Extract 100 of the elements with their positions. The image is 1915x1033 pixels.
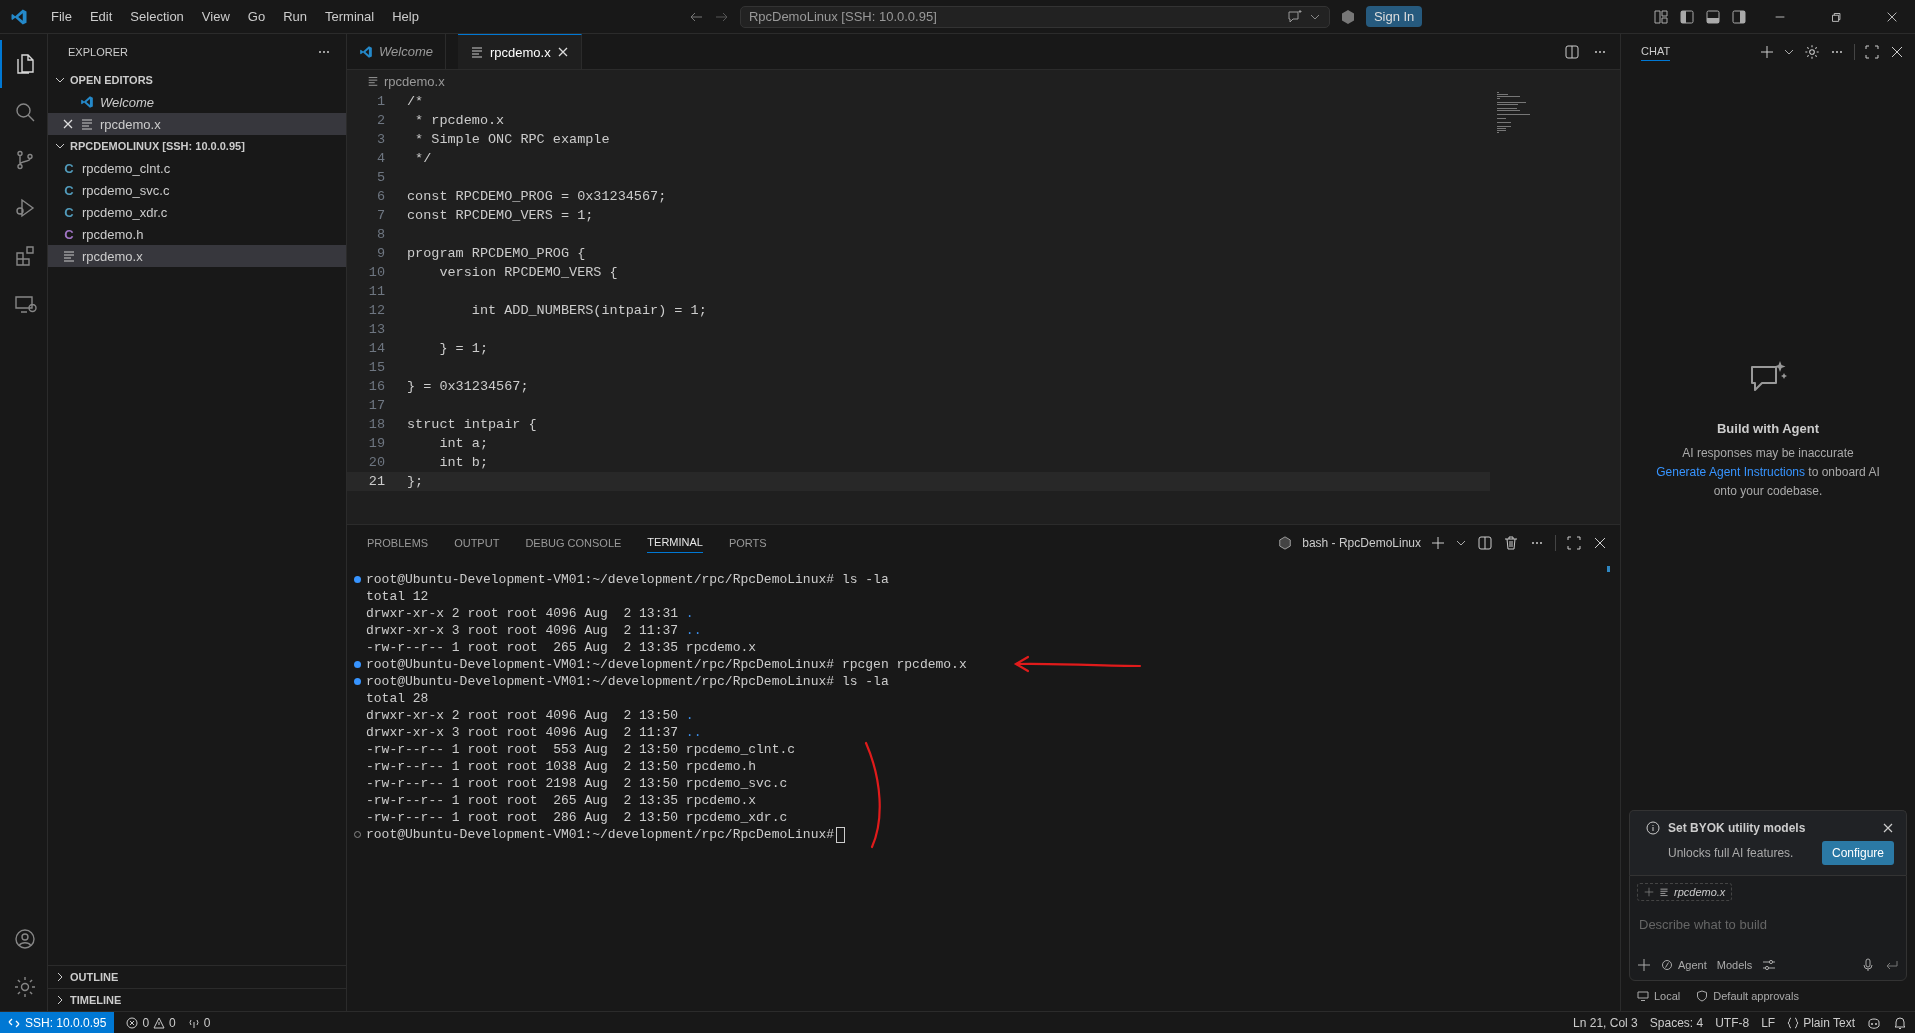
terminal-file-name: rpcdemo_svc.c bbox=[685, 776, 788, 791]
open-editor-item[interactable]: rpcdemo.x bbox=[48, 113, 346, 135]
terminal-name[interactable]: bash - RpcDemoLinux bbox=[1302, 535, 1421, 550]
notification-title: Set BYOK utility models bbox=[1668, 821, 1806, 835]
explorer-tree-row[interactable]: rpcdemo.x bbox=[48, 245, 346, 267]
panel-tab[interactable]: OUTPUT bbox=[454, 532, 500, 553]
terminal-prompt-line: root@Ubuntu-Development-VM01:~/development/rpc/RpcDemoLinux# ls -la bbox=[366, 572, 889, 587]
sign-in-button[interactable]: Sign In bbox=[1365, 6, 1423, 27]
command-center[interactable]: RpcDemoLinux [SSH: 10.0.0.95] bbox=[739, 5, 1330, 28]
terminal-file-name: rpcdemo.h bbox=[685, 759, 757, 774]
section-header[interactable]: OPEN EDITORS bbox=[48, 69, 346, 91]
indentation-setting[interactable]: Spaces: 4 bbox=[1649, 1015, 1704, 1030]
encoding-setting[interactable]: UTF-8 bbox=[1715, 1015, 1750, 1030]
code-line: const RPCDEMO_PROG = 0x31234567; bbox=[407, 188, 667, 206]
panel-tab[interactable]: PORTS bbox=[728, 532, 767, 553]
terminal-output-line: total 12 bbox=[366, 589, 429, 604]
line-number: 13 bbox=[367, 321, 386, 339]
chat-input-box[interactable]: rpcdemo.x Describe what to build Agent Models bbox=[1629, 875, 1907, 981]
line-number: 21 bbox=[367, 473, 386, 491]
section-header[interactable]: TIMELINE bbox=[48, 988, 346, 1011]
code-line: } = 0x31234567; bbox=[407, 378, 529, 396]
code-line: }; bbox=[407, 473, 424, 491]
remote-indicator[interactable]: SSH: 10.0.0.95 bbox=[0, 1012, 115, 1033]
terminal-output-line: drwxr-xr-x 2 root root 4096 Aug 2 13:31 bbox=[366, 606, 679, 621]
line-number: 5 bbox=[375, 169, 386, 187]
line-number: 11 bbox=[367, 283, 386, 301]
terminal-output-line: -rw-r--r-- 1 root root 2198 Aug 2 13:50 bbox=[366, 776, 679, 791]
cursor-position[interactable]: Ln 21, Col 3 bbox=[1573, 1015, 1638, 1030]
code-line: version RPCDEMO_VERS { bbox=[438, 264, 618, 282]
panel-tab[interactable]: PROBLEMS bbox=[367, 532, 429, 553]
explorer-tree-row[interactable]: C rpcdemo_clnt.c bbox=[48, 157, 346, 179]
approvals-picker[interactable]: Default approvals bbox=[1696, 990, 1799, 1002]
code-line: const RPCDEMO_VERS = 1; bbox=[407, 207, 594, 225]
agent-mode-picker[interactable]: Agent bbox=[1661, 959, 1707, 971]
terminal-file-name: rpcdemo.x bbox=[685, 793, 757, 808]
terminal-output-line: -rw-r--r-- 1 root root 286 Aug 2 13:50 bbox=[366, 810, 679, 825]
generate-instructions-link[interactable]: Generate Agent Instructions bbox=[1656, 465, 1805, 479]
code-line: program RPCDEMO_PROG { bbox=[407, 245, 586, 263]
terminal-output-line: -rw-r--r-- 1 root root 1038 Aug 2 13:50 bbox=[366, 759, 679, 774]
breadcrumb[interactable]: rpcdemo.x bbox=[347, 70, 1620, 92]
terminal-output-line: drwxr-xr-x 3 root root 4096 Aug 2 11:37 bbox=[366, 725, 679, 740]
line-number: 2 bbox=[375, 112, 386, 130]
menu-item[interactable]: Selection bbox=[121, 9, 193, 24]
code-line: * Simple ONC RPC example bbox=[414, 131, 610, 149]
open-editor-item[interactable]: Welcome bbox=[48, 91, 346, 113]
sidebar-title: EXPLORER bbox=[68, 45, 128, 58]
menu-item[interactable]: File bbox=[42, 9, 81, 24]
c-language-icon: C bbox=[62, 204, 76, 220]
problems-indicator[interactable]: 0 0 bbox=[126, 1015, 176, 1030]
line-number: 17 bbox=[367, 397, 386, 415]
explorer-tree-row[interactable]: C rpcdemo_svc.c bbox=[48, 179, 346, 201]
menu-item[interactable]: Run bbox=[274, 9, 316, 24]
panel-tab[interactable]: DEBUG CONSOLE bbox=[525, 532, 622, 553]
line-number: 18 bbox=[367, 416, 386, 434]
terminal-output-line: drwxr-xr-x 3 root root 4096 Aug 2 11:37 bbox=[366, 623, 679, 638]
models-picker[interactable]: Models bbox=[1716, 959, 1753, 971]
section-header[interactable]: OUTLINE bbox=[48, 965, 346, 988]
configure-button[interactable]: Configure bbox=[1821, 841, 1894, 865]
terminal-file-name: . bbox=[685, 708, 694, 723]
line-number: 1 bbox=[375, 93, 386, 111]
editor-tab[interactable]: rpcdemo.x bbox=[457, 34, 582, 69]
explorer-tree-row[interactable]: C rpcdemo_xdr.c bbox=[48, 201, 346, 223]
line-number: 6 bbox=[375, 188, 386, 206]
line-ending-setting[interactable]: LF bbox=[1761, 1015, 1776, 1030]
location-picker[interactable]: Local bbox=[1637, 990, 1681, 1002]
code-line: */ bbox=[414, 150, 432, 168]
ports-indicator[interactable]: 0 bbox=[187, 1015, 211, 1030]
menu-item[interactable]: Help bbox=[383, 9, 428, 24]
code-line: int ADD_NUMBERS(intpair) = 1; bbox=[470, 302, 707, 320]
line-number: 16 bbox=[367, 378, 386, 396]
code-line: struct intpair { bbox=[407, 416, 537, 434]
terminal-output-line: -rw-r--r-- 1 root root 265 Aug 2 13:35 bbox=[366, 793, 679, 808]
panel-tab[interactable]: TERMINAL bbox=[647, 532, 703, 553]
chat-tab[interactable]: CHAT bbox=[1641, 42, 1671, 61]
terminal-prompt-line: root@Ubuntu-Development-VM01:~/development/rpc/RpcDemoLinux# rpcgen rpcdemo.x bbox=[366, 657, 967, 672]
code-line: int a; bbox=[438, 435, 488, 453]
code-line: /* bbox=[407, 93, 424, 111]
terminal-output-line: -rw-r--r-- 1 root root 265 Aug 2 13:35 bbox=[366, 640, 679, 655]
menu-item[interactable]: Terminal bbox=[316, 9, 384, 24]
attachment-chip[interactable]: rpcdemo.x bbox=[1637, 883, 1733, 901]
line-number: 12 bbox=[367, 302, 386, 320]
terminal-output-line: -rw-r--r-- 1 root root 553 Aug 2 13:50 bbox=[366, 742, 679, 757]
menu-item[interactable]: View bbox=[192, 9, 239, 24]
terminal-output-line: drwxr-xr-x 2 root root 4096 Aug 2 13:50 bbox=[366, 708, 679, 723]
section-header[interactable]: RPCDEMOLINUX [SSH: 10.0.0.95] bbox=[48, 135, 346, 157]
menu-item[interactable]: Edit bbox=[80, 9, 122, 24]
line-number: 4 bbox=[375, 150, 386, 168]
line-number: 3 bbox=[375, 131, 386, 149]
code-line: int b; bbox=[438, 454, 488, 472]
line-number: 15 bbox=[367, 359, 386, 377]
terminal-file-name: rpcdemo_clnt.c bbox=[685, 742, 796, 757]
c-language-icon: C bbox=[62, 182, 76, 198]
chat-prompt-field[interactable]: Describe what to build bbox=[1637, 911, 1899, 938]
c-language-icon: C bbox=[62, 160, 76, 176]
disclaimer-text: AI responses may be inaccurate bbox=[1681, 445, 1855, 462]
explorer-tree-row[interactable]: C rpcdemo.h bbox=[48, 223, 346, 245]
terminal-file-name: .. bbox=[685, 623, 702, 638]
menu-item[interactable]: Go bbox=[238, 9, 275, 24]
line-number: 19 bbox=[367, 435, 386, 453]
language-mode[interactable]: Plain Text bbox=[1787, 1015, 1855, 1030]
